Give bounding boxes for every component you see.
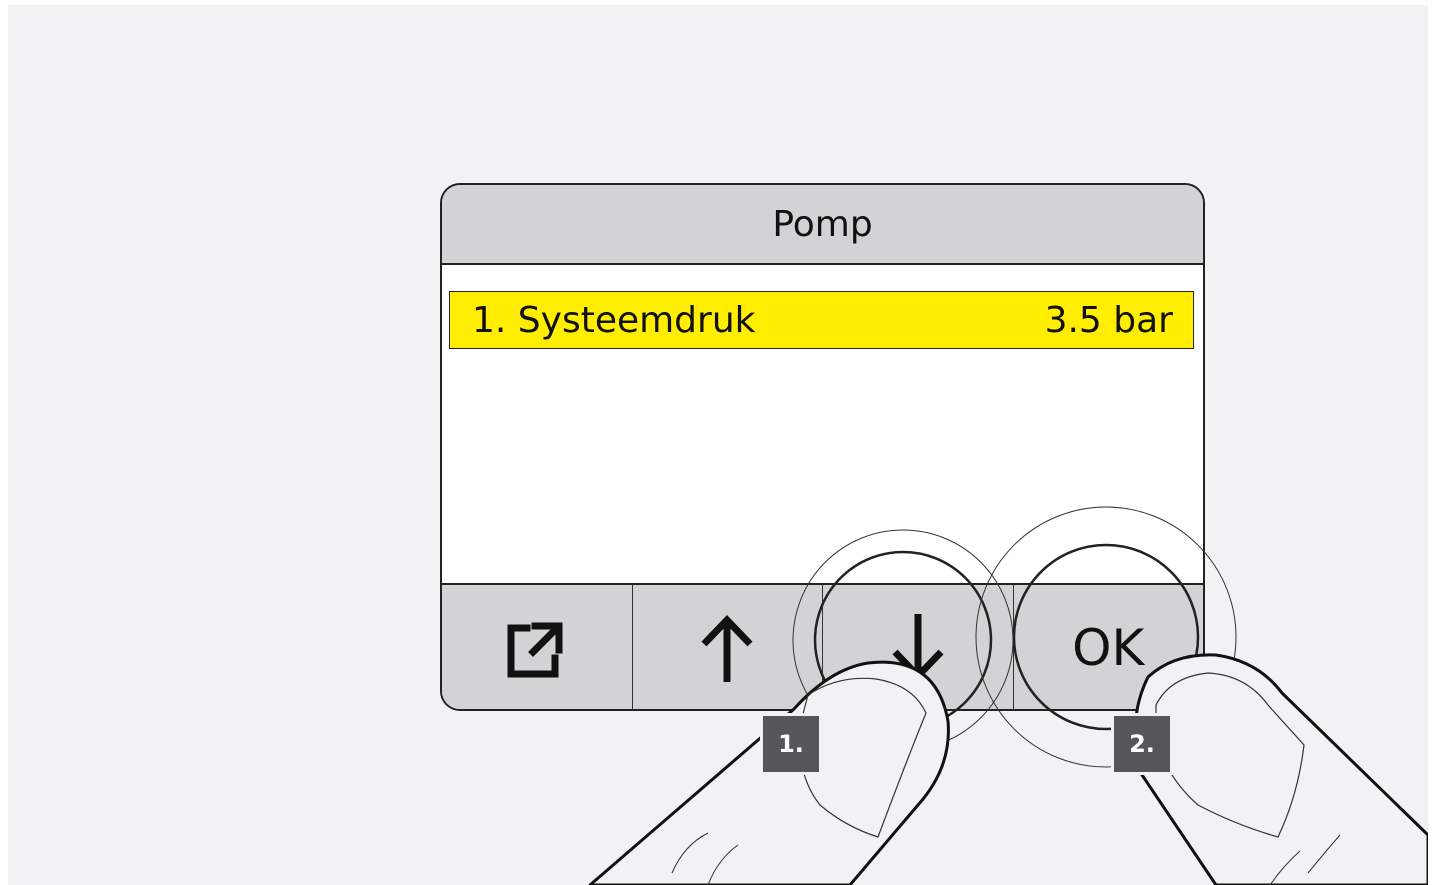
finger-right: [1133, 653, 1428, 885]
finger-overlay: [588, 506, 1428, 885]
illustration-canvas: Pomp 1. Systeemdruk 3.5 bar OK 1. 2.: [8, 5, 1428, 885]
step-badge-2: 2.: [1111, 713, 1173, 775]
step-badge-1: 1.: [760, 713, 822, 775]
